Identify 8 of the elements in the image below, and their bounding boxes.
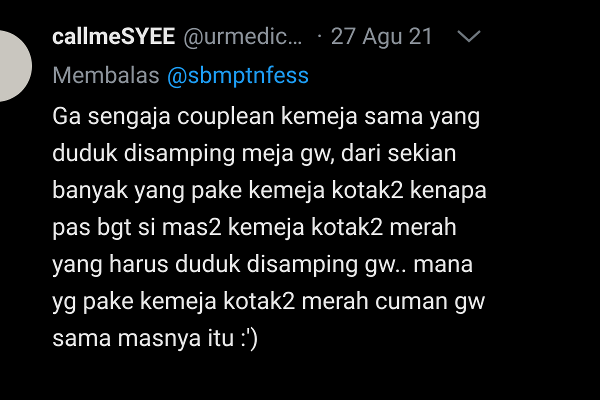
tweet-date: 27 Agu 21: [330, 22, 434, 50]
reply-mention-link[interactable]: @sbmptnfess: [166, 62, 310, 88]
display-name: callmeSYEE: [52, 22, 176, 50]
tweet-text: Ga sengaja couplean kemeja sama yang duduk disamping meja gw, dari sekian banyak yang pake kemeja kotak2 kenapa pas bgt si mas2 kemeja kotak2 merah yang harus duduk disamping gw.. mana yg pake kemeja kotak2 merah cuman gw sama masnya itu :'): [52, 101, 488, 354]
reply-label: Membalas: [52, 62, 160, 88]
chevron-down-icon[interactable]: [456, 28, 482, 44]
user-handle: @urmedic…: [183, 22, 303, 50]
separator-dot: ·: [316, 22, 323, 50]
